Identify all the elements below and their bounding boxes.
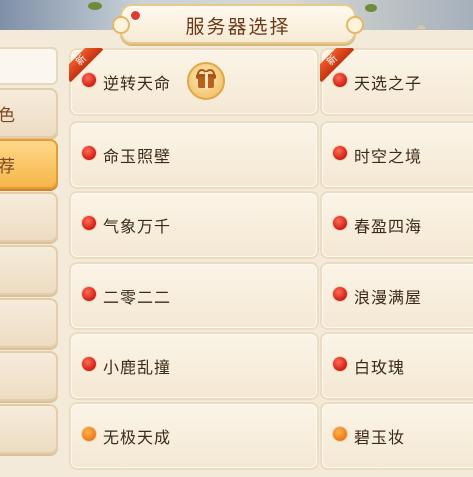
server-card[interactable]: 浪漫满屋	[320, 262, 473, 330]
server-status-icon	[82, 427, 96, 441]
server-name: 小鹿乱撞	[103, 358, 172, 377]
sidebar-tab-recommended[interactable]: 荐	[0, 139, 58, 189]
server-name: 浪漫满屋	[354, 288, 423, 307]
sidebar-tab-6[interactable]	[0, 351, 58, 401]
server-card[interactable]: 白玫瑰	[320, 332, 473, 400]
server-card[interactable]: 碧玉妆	[320, 402, 473, 470]
notification-dot	[130, 10, 141, 21]
server-status-icon	[333, 73, 347, 87]
server-name: 春盈四海	[354, 217, 423, 236]
server-status-icon	[82, 357, 96, 371]
server-status-icon	[82, 287, 96, 301]
server-card[interactable]: 新 天选之子	[320, 48, 473, 116]
server-status-icon	[82, 216, 96, 230]
sidebar-tab-4[interactable]	[0, 245, 58, 295]
sidebar-tab-3[interactable]	[0, 192, 58, 242]
sidebar-tab-label: 色	[0, 106, 15, 126]
server-name: 逆转天命	[103, 74, 172, 93]
server-name: 命玉照壁	[103, 147, 172, 166]
server-name: 碧玉妆	[354, 428, 406, 447]
server-status-icon	[333, 146, 347, 160]
server-status-icon	[82, 73, 96, 87]
sidebar-tab-7[interactable]	[0, 404, 58, 454]
server-name: 白玫瑰	[354, 358, 406, 377]
sidebar-search-box[interactable]	[0, 47, 58, 85]
gift-icon[interactable]	[187, 62, 225, 100]
sidebar-tab-label: 荐	[0, 157, 15, 177]
server-card[interactable]: 气象万千	[69, 191, 319, 259]
sidebar-tab-5[interactable]	[0, 298, 58, 348]
leaf-decoration	[365, 4, 377, 12]
server-card[interactable]: 小鹿乱撞	[69, 332, 319, 400]
sidebar-tab-role[interactable]: 色	[0, 88, 58, 138]
server-card[interactable]: 命玉照壁	[69, 121, 319, 189]
server-name: 气象万千	[103, 217, 172, 236]
server-status-icon	[333, 287, 347, 301]
server-card[interactable]: 二零二二	[69, 262, 319, 330]
server-card[interactable]: 春盈四海	[320, 191, 473, 259]
server-name: 时空之境	[354, 147, 423, 166]
page-title: 服务器选择	[185, 16, 291, 38]
title-plate: 服务器选择 ☁	[112, 4, 426, 44]
cloud-decoration-icon: ☁	[415, 19, 426, 32]
server-card[interactable]: 无极天成	[69, 402, 319, 470]
server-name: 天选之子	[354, 74, 423, 93]
server-status-icon	[333, 357, 347, 371]
leaf-decoration	[88, 2, 102, 10]
server-status-icon	[82, 146, 96, 160]
server-status-icon	[333, 427, 347, 441]
server-card[interactable]: 新 逆转天命	[69, 48, 319, 116]
server-name: 无极天成	[103, 428, 172, 447]
server-name: 二零二二	[103, 288, 172, 307]
server-status-icon	[333, 216, 347, 230]
server-card[interactable]: 时空之境	[320, 121, 473, 189]
